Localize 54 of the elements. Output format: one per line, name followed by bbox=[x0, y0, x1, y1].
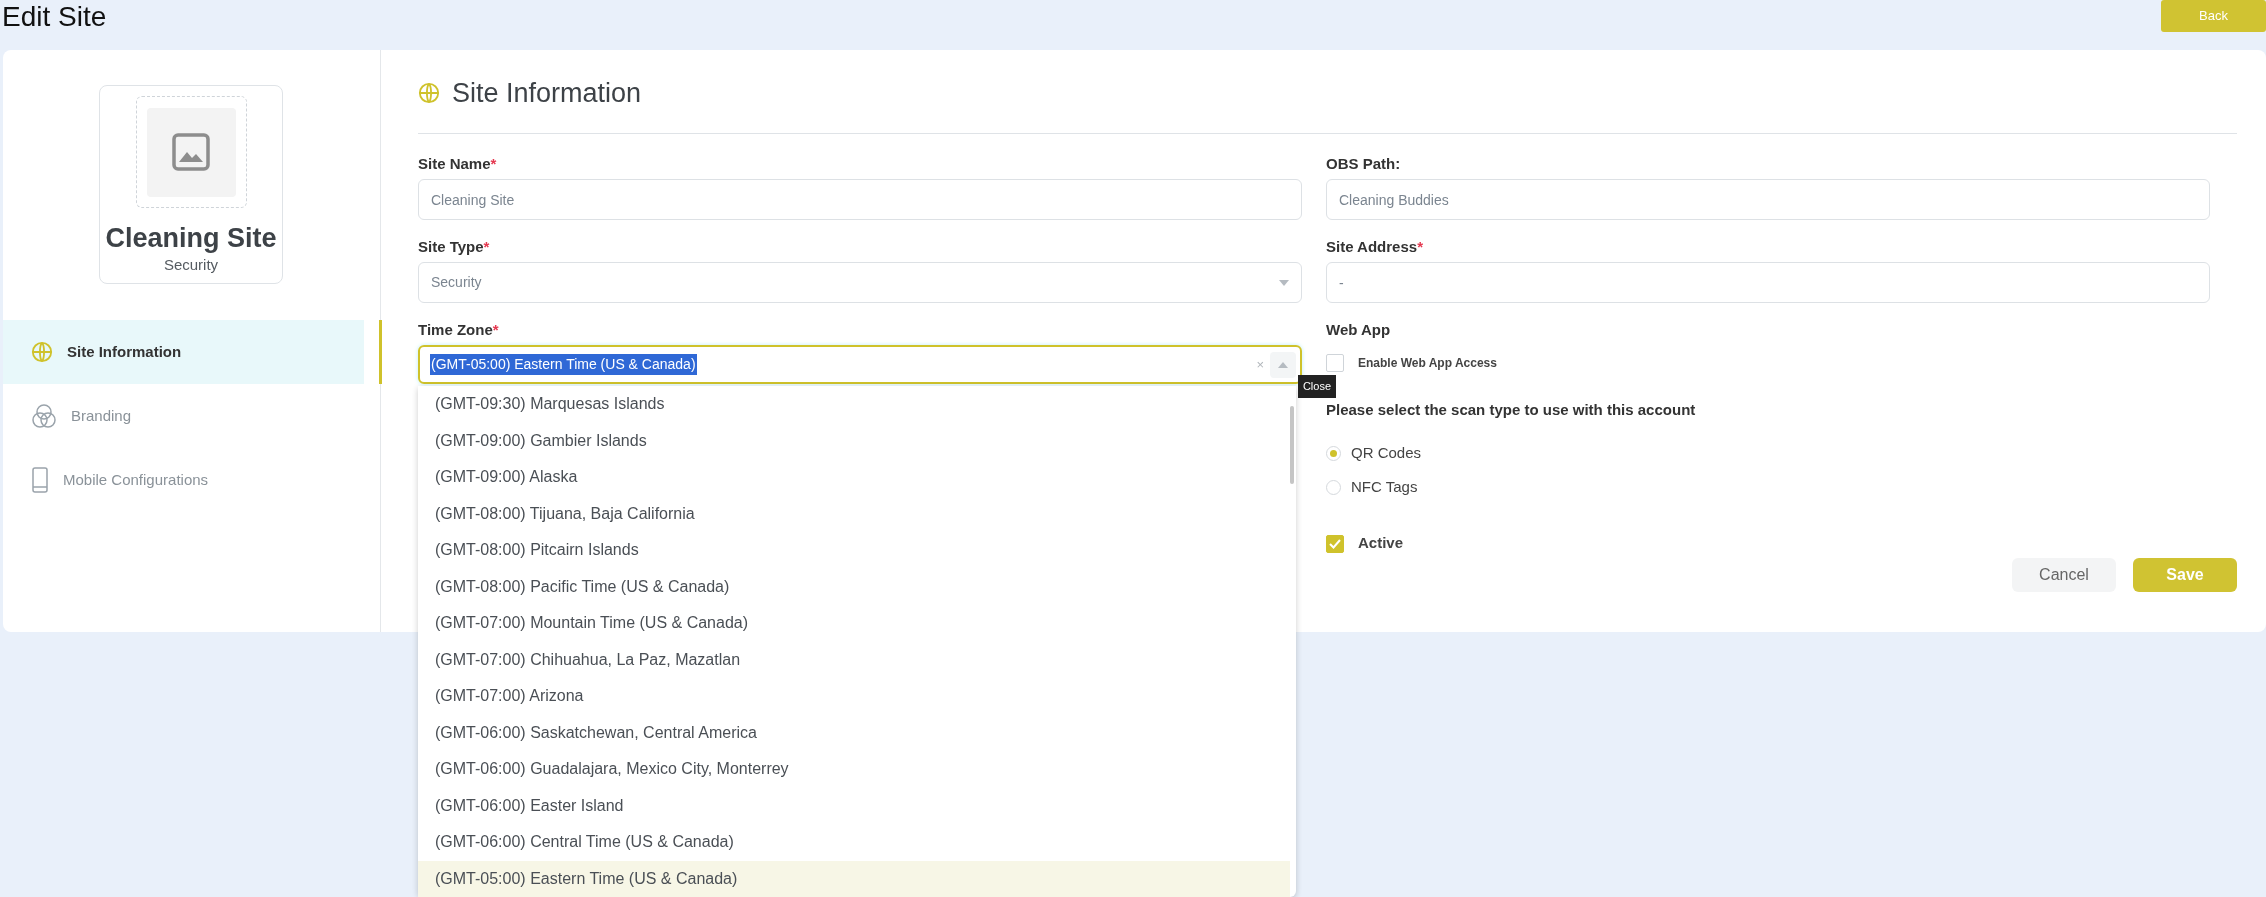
radio-label: NFC Tags bbox=[1351, 477, 1418, 498]
field-label: Site Name bbox=[418, 154, 491, 173]
dropdown-option[interactable]: (GMT-07:00) Mountain Time (US & Canada) bbox=[418, 605, 1290, 642]
dropdown-option[interactable]: (GMT-08:00) Pitcairn Islands bbox=[418, 532, 1290, 569]
field-label: Time Zone bbox=[418, 320, 493, 339]
dropdown-option[interactable]: (GMT-06:00) Easter Island bbox=[418, 787, 1290, 824]
dropdown-option[interactable]: (GMT-09:00) Alaska bbox=[418, 459, 1290, 496]
caret-icon bbox=[1279, 279, 1289, 286]
tooltip: Close bbox=[1297, 375, 1336, 398]
checkbox[interactable] bbox=[1326, 354, 1344, 372]
required-asterisk: * bbox=[490, 154, 497, 173]
dropdown-option[interactable]: (GMT-08:00) Tijuana, Baja California bbox=[418, 495, 1290, 532]
section-title: Site Information bbox=[452, 76, 642, 110]
selected-value: (GMT-05:00) Eastern Time (US & Canada) bbox=[430, 354, 697, 375]
checkbox-label: Active bbox=[1358, 533, 1404, 554]
site-name: Cleaning Site bbox=[105, 222, 277, 254]
dropdown-option[interactable]: (GMT-06:00) Central Time (US & Canada) bbox=[418, 824, 1290, 861]
dropdown-option[interactable]: (GMT-09:00) Gambier Islands bbox=[418, 422, 1290, 459]
field-label: Site Type bbox=[418, 237, 484, 256]
input-field[interactable]: - bbox=[1326, 262, 2210, 303]
globe-icon bbox=[31, 341, 53, 363]
check-icon bbox=[1329, 538, 1341, 549]
site-type-select[interactable]: Security bbox=[418, 262, 1302, 303]
dropdown-option[interactable]: (GMT-07:00) Chihuahua, La Paz, Mazatlan bbox=[418, 641, 1290, 678]
phone-icon bbox=[31, 467, 49, 493]
selection-indicator bbox=[379, 320, 382, 384]
required-asterisk: * bbox=[492, 320, 499, 339]
time-zone-select[interactable]: (GMT-05:00) Eastern Time (US & Canada) × bbox=[418, 345, 1302, 384]
field-label: OBS Path: bbox=[1326, 154, 1401, 173]
cancel-button[interactable]: Cancel bbox=[2012, 557, 2116, 592]
required-asterisk: * bbox=[483, 237, 490, 256]
dropdown-option[interactable]: (GMT-06:00) Saskatchewan, Central America bbox=[418, 714, 1290, 751]
site-type: Security bbox=[163, 255, 219, 275]
field-label: Site Address bbox=[1326, 237, 1418, 256]
input-field[interactable]: Cleaning Site bbox=[418, 179, 1302, 220]
globe-icon bbox=[418, 82, 440, 104]
caret-icon bbox=[1278, 361, 1288, 368]
input-field[interactable]: Cleaning Buddies bbox=[1326, 179, 2210, 220]
circles-icon bbox=[31, 403, 57, 429]
dropdown-option[interactable]: (GMT-09:30) Marquesas Islands bbox=[418, 386, 1290, 423]
dropdown-option[interactable]: (GMT-05:00) Eastern Time (US & Canada) bbox=[418, 860, 1290, 897]
image-icon bbox=[172, 133, 210, 171]
required-asterisk: * bbox=[1417, 237, 1423, 256]
radio-label: QR Codes bbox=[1351, 443, 1422, 464]
web-app-label: Web App bbox=[1326, 320, 1392, 339]
scrollbar[interactable] bbox=[1290, 406, 1294, 484]
scan-type-prompt: Please select the scan type to use with this account bbox=[1326, 400, 1697, 420]
dropdown-option[interactable]: (GMT-07:00) Arizona bbox=[418, 678, 1290, 715]
dropdown-option[interactable]: (GMT-08:00) Pacific Time (US & Canada) bbox=[418, 568, 1290, 605]
checkbox[interactable] bbox=[1326, 534, 1344, 553]
caret-button[interactable] bbox=[1270, 351, 1296, 378]
dropdown-option[interactable]: (GMT-06:00) Guadalajara, Mexico City, Monterrey bbox=[418, 751, 1290, 788]
page-title: Edit Site bbox=[1, 0, 107, 34]
checkbox-label: Enable Web App Access bbox=[1358, 355, 1497, 372]
